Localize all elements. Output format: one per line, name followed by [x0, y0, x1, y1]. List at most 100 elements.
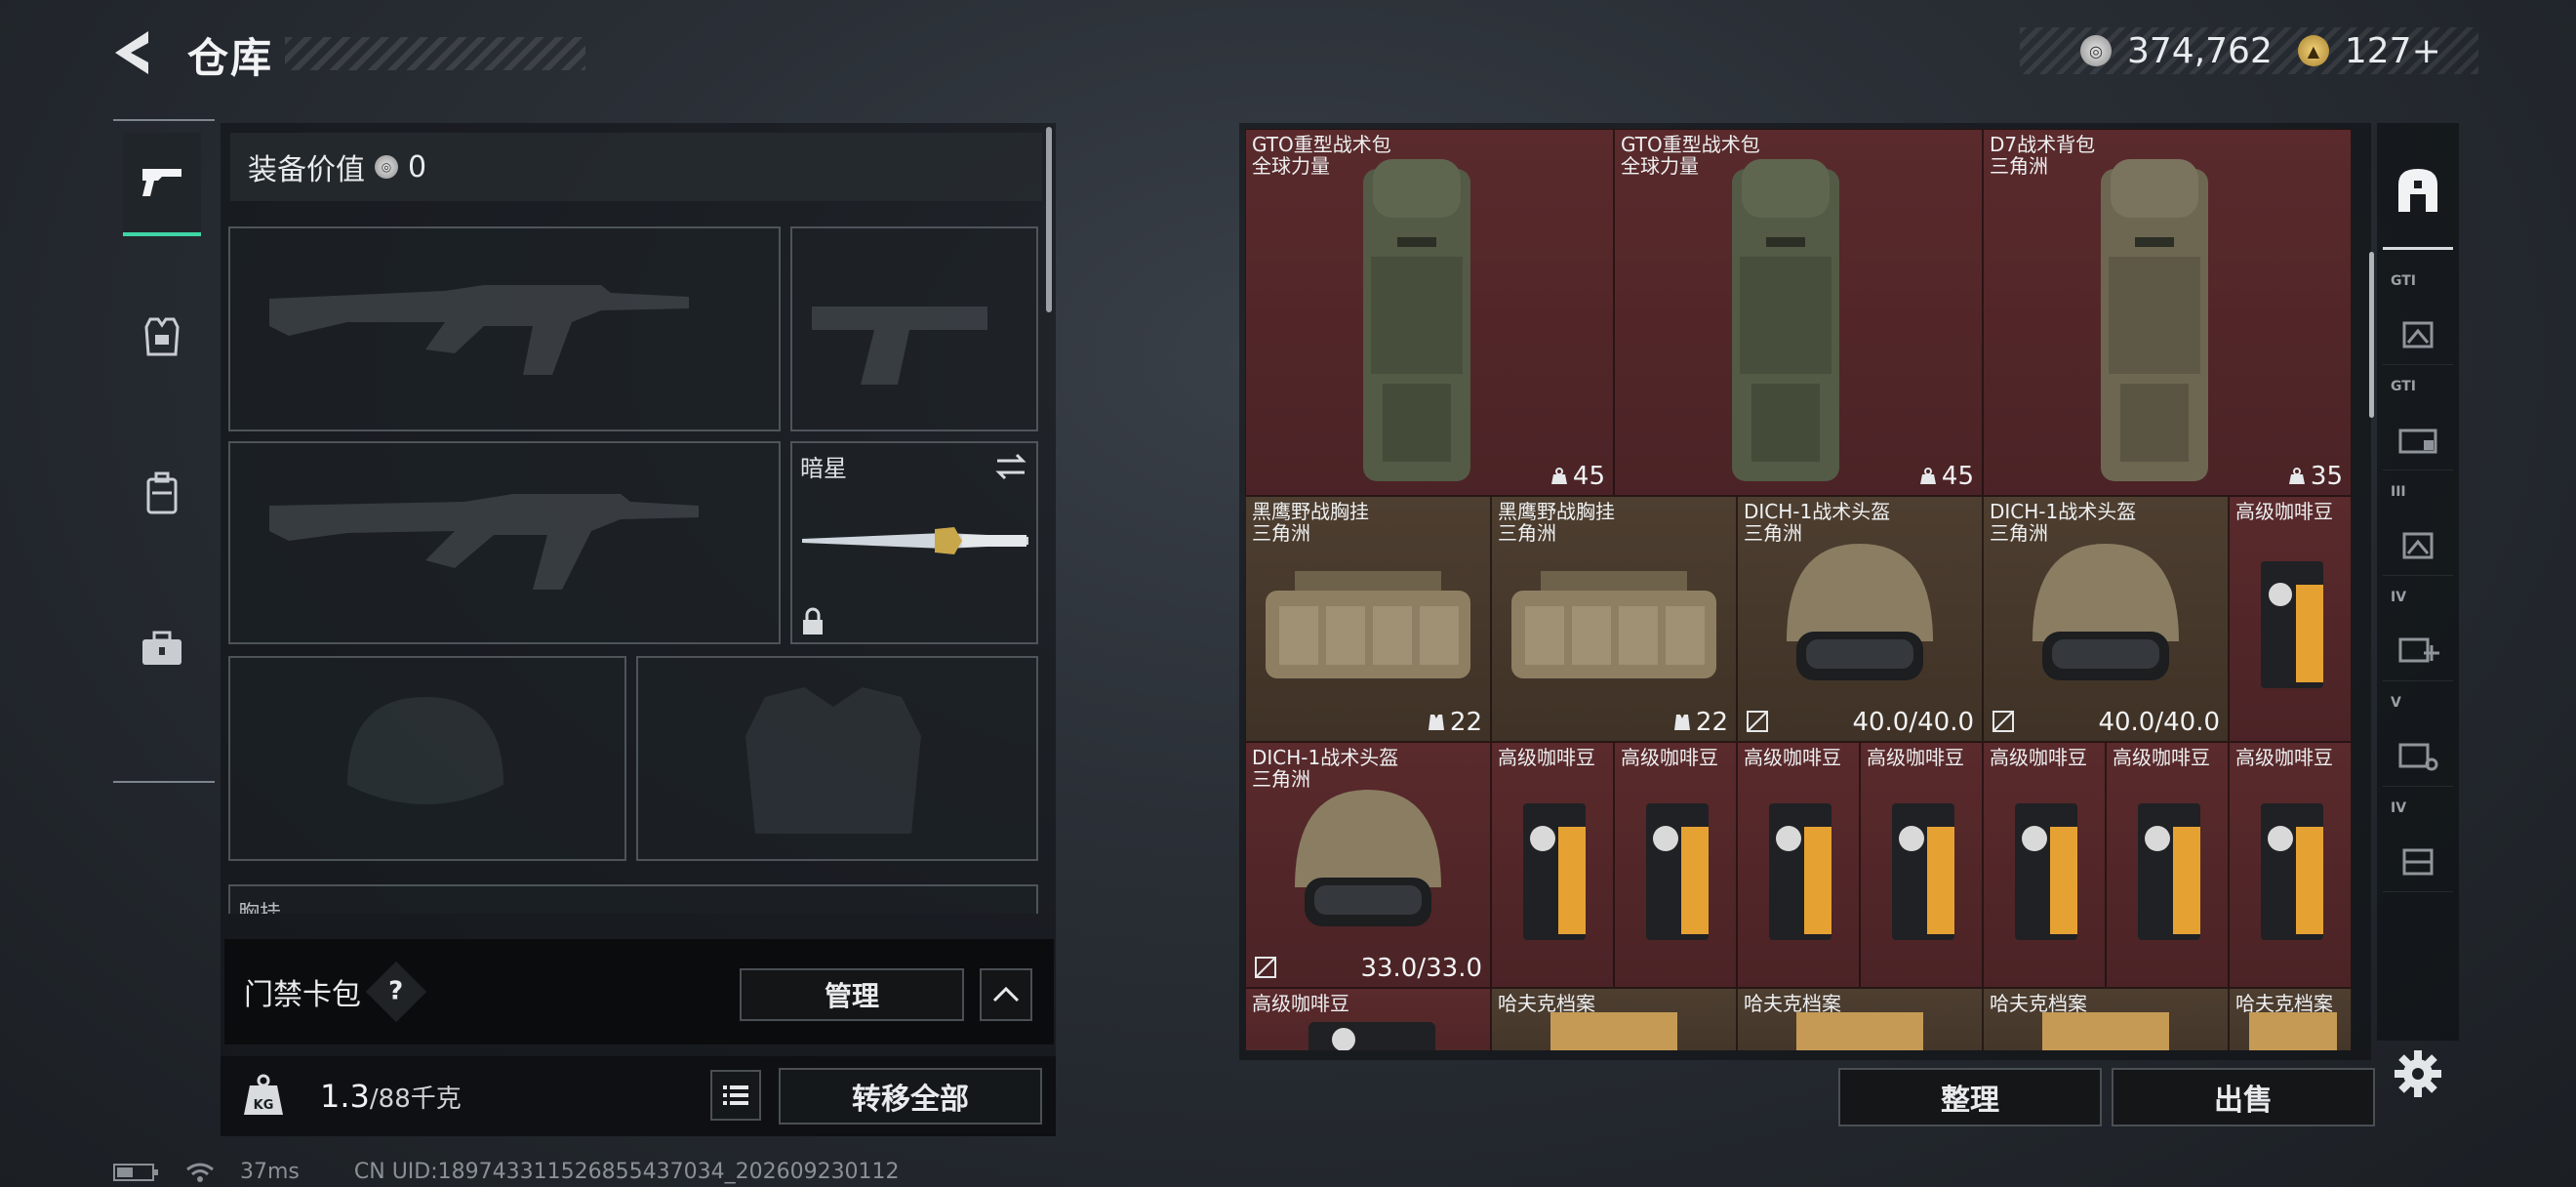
- coffee-bag-image: [2261, 561, 2323, 688]
- tab-storage-2[interactable]: GTI: [2383, 367, 2453, 471]
- storage-item[interactable]: 高级咖啡豆: [1614, 742, 1737, 988]
- silver-amount: 374,762: [2127, 30, 2273, 71]
- coffee-bag-image: [1523, 803, 1586, 940]
- list-icon: [723, 1085, 748, 1105]
- storage-item[interactable]: DICH-1战术头盔 三角洲 40.0/40.0: [1983, 496, 2229, 742]
- storage-item[interactable]: GTO重型战术包 全球力量 45: [1614, 129, 1983, 496]
- system-status-bar: 37ms CN UID:18974331152685543703​4_20260…: [113, 1160, 900, 1184]
- warehouse-icon: [2398, 168, 2437, 212]
- storage-item[interactable]: 高级咖啡豆: [2229, 496, 2352, 742]
- item-name: DICH-1战术头盔: [1990, 500, 2137, 523]
- storage-item[interactable]: 黑鹰野战胸挂 三角洲 22: [1245, 496, 1491, 742]
- weight-max: /88千克: [369, 1085, 462, 1114]
- durability-icon: [1992, 711, 2014, 732]
- storage-item[interactable]: DICH-1战术头盔 三角洲 33.0/33.0: [1245, 742, 1491, 988]
- item-name: 黑鹰野战胸挂: [1252, 500, 1369, 523]
- item-name: 高级咖啡豆: [2113, 746, 2210, 769]
- keycard-help-button[interactable]: ?: [365, 961, 427, 1023]
- armor-slot[interactable]: [636, 656, 1038, 861]
- storage-item[interactable]: 黑鹰野战胸挂 三角洲 22: [1491, 496, 1737, 742]
- item-name: 高级咖啡豆: [1867, 746, 1964, 769]
- storage-item[interactable]: 哈夫克档案: [1491, 988, 1737, 1050]
- chest-rig-image: [1511, 571, 1716, 678]
- transfer-all-button[interactable]: 转移全部: [779, 1068, 1042, 1125]
- page-title: 仓库: [187, 34, 274, 82]
- storage-item[interactable]: 高级咖啡豆: [2229, 742, 2352, 988]
- helmet-slot[interactable]: [228, 656, 626, 861]
- item-name: DICH-1战术头盔: [1252, 746, 1399, 769]
- rifle-silhouette-icon: [269, 285, 689, 375]
- sell-button[interactable]: 出售: [2112, 1068, 2375, 1126]
- item-capacity: 22: [1672, 708, 1728, 737]
- durability-icon: [1255, 957, 1276, 978]
- tab-supplies[interactable]: [123, 597, 201, 701]
- armor-silhouette-icon: [745, 687, 921, 834]
- chest-rig-slot[interactable]: 胸挂: [228, 884, 1038, 914]
- back-button[interactable]: [109, 27, 160, 78]
- storage-item[interactable]: 哈夫克档案: [1737, 988, 1983, 1050]
- item-durability: 40.0/40.0: [2098, 708, 2220, 737]
- weight-icon: KG: [240, 1072, 287, 1119]
- tab-storage-3[interactable]: III: [2383, 472, 2453, 576]
- tab-storage-5[interactable]: V: [2383, 683, 2453, 787]
- item-brand: 全球力量: [1252, 154, 1330, 178]
- armor-vest-icon: [144, 317, 180, 356]
- storage-tabs: GTI GTI III IV V IV: [2369, 123, 2459, 1041]
- storage-item[interactable]: DICH-1战术头盔 三角洲 40.0/40.0: [1737, 496, 1983, 742]
- tab-backpack[interactable]: [123, 441, 201, 545]
- storage-item[interactable]: GTO重型战术包 全球力量 45: [1245, 129, 1614, 496]
- tab-storage-6[interactable]: IV: [2383, 789, 2453, 892]
- storage-item[interactable]: 高级咖啡豆: [1245, 988, 1491, 1050]
- collapse-button[interactable]: [980, 968, 1032, 1021]
- storage-item[interactable]: 高级咖啡豆: [1983, 742, 2106, 988]
- equipment-scrollbar[interactable]: [1046, 127, 1052, 312]
- toolbox-icon: [142, 631, 181, 665]
- settings-button[interactable]: [2393, 1048, 2443, 1099]
- melee-slot[interactable]: 暗星: [790, 441, 1038, 644]
- storage-item[interactable]: 哈夫克档案: [1983, 988, 2229, 1050]
- coffee-bag-image: [2015, 803, 2077, 940]
- storage-item[interactable]: D7战术背包 三角洲 35: [1983, 129, 2352, 496]
- storage-scrollbar[interactable]: [2369, 252, 2374, 418]
- gold-amount[interactable]: 127+: [2345, 31, 2441, 71]
- item-durability: 40.0/40.0: [1852, 708, 1974, 737]
- tab-all-storage[interactable]: [2383, 133, 2453, 250]
- storage-item[interactable]: 高级咖啡豆: [2106, 742, 2229, 988]
- tab-medical[interactable]: IV: [2383, 578, 2453, 681]
- knife-icon: [802, 527, 1028, 554]
- capacity-icon: [1550, 468, 1567, 484]
- item-name: 哈夫克档案: [2235, 992, 2333, 1015]
- tab-weapons[interactable]: [123, 133, 201, 236]
- durability-icon: [1747, 711, 1768, 732]
- item-brand: 三角洲: [1252, 521, 1310, 545]
- item-name: 高级咖啡豆: [1621, 746, 1718, 769]
- item-name: 哈夫克档案: [1744, 992, 1841, 1015]
- tab-storage-1[interactable]: GTI: [2383, 262, 2453, 365]
- key-case-icon: [2398, 743, 2438, 771]
- backpack-icon: [146, 471, 178, 514]
- ping-value: 37ms: [240, 1160, 300, 1184]
- vest-icon: [1673, 715, 1690, 730]
- item-name: 高级咖啡豆: [2235, 746, 2333, 769]
- manage-button[interactable]: 管理: [740, 968, 964, 1021]
- storage-item[interactable]: 高级咖啡豆: [1737, 742, 1860, 988]
- capacity-icon: [2288, 468, 2305, 484]
- storage-item[interactable]: 高级咖啡豆: [1860, 742, 1983, 988]
- list-view-button[interactable]: [710, 1070, 761, 1121]
- swap-icon[interactable]: [993, 451, 1028, 482]
- primary-weapon-slot[interactable]: [228, 226, 781, 431]
- secondary-weapon-slot[interactable]: [228, 441, 781, 644]
- storage-item[interactable]: 哈夫克档案: [2229, 988, 2352, 1050]
- tab-armor[interactable]: [123, 285, 201, 389]
- document-image: [1550, 1012, 1677, 1050]
- item-name: 高级咖啡豆: [1990, 746, 2087, 769]
- storage-item[interactable]: 高级咖啡豆: [1491, 742, 1614, 988]
- item-brand: 全球力量: [1621, 154, 1699, 178]
- equipment-value-label: 装备价值: [248, 153, 365, 187]
- sort-button[interactable]: 整理: [1838, 1068, 2102, 1126]
- pistol-slot[interactable]: [790, 226, 1038, 431]
- gear-icon: [2395, 1050, 2441, 1097]
- pistol-silhouette-icon: [812, 307, 987, 385]
- backpack-image: [1363, 159, 1470, 481]
- chevron-up-icon: [992, 986, 1020, 1003]
